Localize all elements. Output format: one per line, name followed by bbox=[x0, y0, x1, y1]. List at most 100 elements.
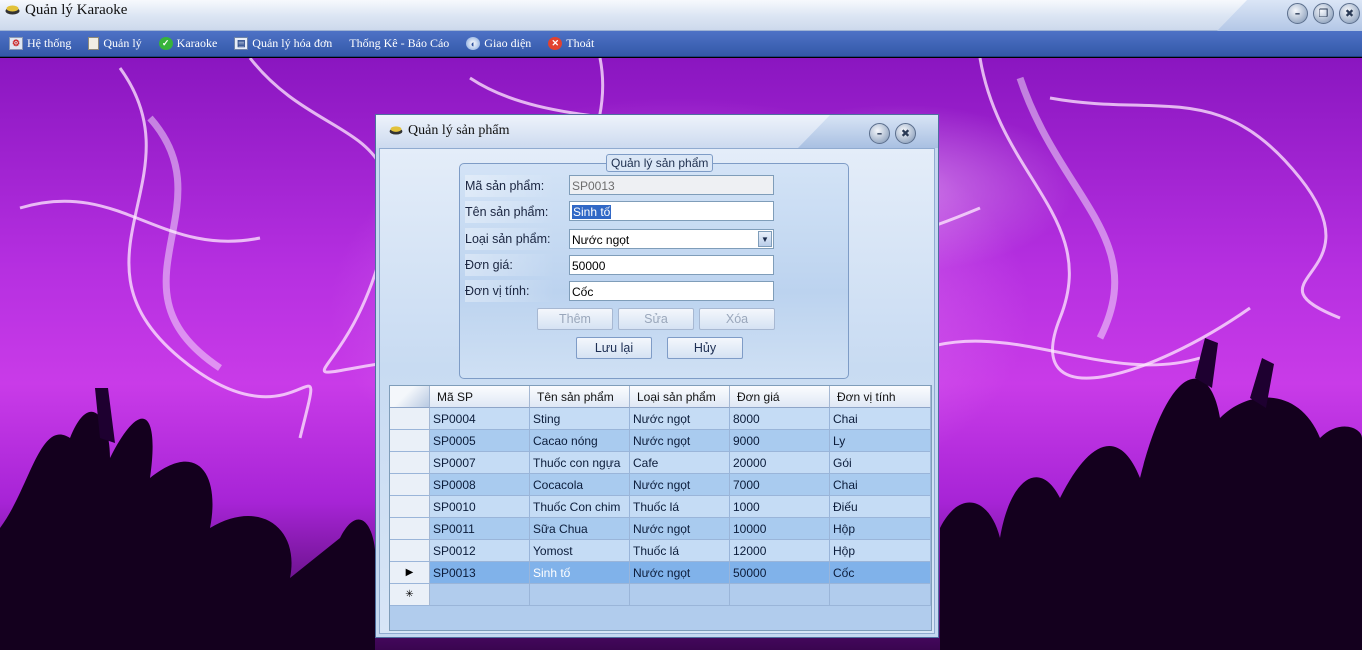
dialog-close-button[interactable]: ✖ bbox=[895, 123, 916, 144]
price-field[interactable]: 50000 bbox=[569, 255, 774, 275]
dialog-minimize-button[interactable]: – bbox=[869, 123, 890, 144]
delete-button[interactable]: Xóa bbox=[699, 308, 775, 330]
table-cell[interactable]: Chai bbox=[830, 474, 931, 496]
table-cell[interactable]: Thuốc Con chim bbox=[530, 496, 630, 518]
product-name-field[interactable]: Sinh tố bbox=[569, 201, 774, 221]
table-row[interactable]: SP0010 Thuốc Con chim Thuốc lá 1000 Điếu bbox=[390, 496, 931, 518]
table-row[interactable]: SP0011 Sữa Chua Nước ngọt 10000 Hộp bbox=[390, 518, 931, 540]
table-cell[interactable]: Thuốc lá bbox=[630, 540, 730, 562]
table-cell[interactable]: Gói bbox=[830, 452, 931, 474]
unit-field[interactable]: Cốc bbox=[569, 281, 774, 301]
new-row-icon[interactable]: ✳ bbox=[390, 584, 430, 606]
product-type-select[interactable]: Nước ngọt ▼ bbox=[569, 229, 774, 249]
table-cell[interactable]: Điếu bbox=[830, 496, 931, 518]
menu-giao-dien[interactable]: ◐ Giao diện bbox=[466, 36, 531, 51]
table-cell[interactable]: Cacao nóng bbox=[530, 430, 630, 452]
column-header[interactable]: Mã SP bbox=[430, 386, 530, 408]
menu-karaoke[interactable]: ✓ Karaoke bbox=[158, 36, 217, 51]
column-header[interactable]: Loại sản phẩm bbox=[630, 386, 730, 408]
table-row-selected[interactable]: ▶ SP0013 Sinh tố Nước ngọt 50000 Cốc bbox=[390, 562, 931, 584]
table-cell[interactable]: Nước ngọt bbox=[630, 518, 730, 540]
table-cell[interactable]: Thuốc lá bbox=[630, 496, 730, 518]
menu-label: Quản lý bbox=[103, 36, 142, 50]
table-row[interactable]: SP0008 Cocacola Nước ngọt 7000 Chai bbox=[390, 474, 931, 496]
table-cell[interactable]: 7000 bbox=[730, 474, 830, 496]
row-header[interactable] bbox=[390, 474, 430, 496]
table-cell[interactable]: SP0005 bbox=[430, 430, 530, 452]
new-row[interactable]: ✳ bbox=[390, 584, 931, 606]
menu-thoat[interactable]: ✕ Thoát bbox=[548, 36, 594, 51]
save-button[interactable]: Lưu lại bbox=[576, 337, 652, 359]
menu-he-thong[interactable]: ⚙ Hệ thống bbox=[9, 36, 71, 51]
table-row[interactable]: SP0005 Cacao nóng Nước ngọt 9000 Ly bbox=[390, 430, 931, 452]
table-cell[interactable]: 50000 bbox=[730, 562, 830, 584]
table-cell[interactable]: Hộp bbox=[830, 540, 931, 562]
current-row-icon[interactable]: ▶ bbox=[390, 562, 430, 584]
table-cell[interactable]: Nước ngọt bbox=[630, 408, 730, 430]
row-header[interactable] bbox=[390, 430, 430, 452]
table-cell[interactable]: SP0004 bbox=[430, 408, 530, 430]
restore-button[interactable]: ❐ bbox=[1313, 3, 1334, 24]
row-header[interactable] bbox=[390, 452, 430, 474]
table-cell[interactable]: Thuốc con ngựa bbox=[530, 452, 630, 474]
table-cell[interactable] bbox=[630, 584, 730, 606]
table-cell[interactable]: Hộp bbox=[830, 518, 931, 540]
product-name-label: Tên sản phẩm: bbox=[465, 201, 555, 223]
table-cell[interactable] bbox=[830, 584, 931, 606]
table-row[interactable]: SP0004 Sting Nước ngọt 8000 Chai bbox=[390, 408, 931, 430]
table-cell[interactable]: Cocacola bbox=[530, 474, 630, 496]
table-cell[interactable]: SP0007 bbox=[430, 452, 530, 474]
row-header[interactable] bbox=[390, 408, 430, 430]
minimize-button[interactable]: – bbox=[1287, 3, 1308, 24]
column-header[interactable]: Đơn giá bbox=[730, 386, 830, 408]
row-header[interactable] bbox=[390, 540, 430, 562]
table-cell[interactable] bbox=[730, 584, 830, 606]
table-cell[interactable]: SP0008 bbox=[430, 474, 530, 496]
add-button[interactable]: Thêm bbox=[537, 308, 613, 330]
table-cell[interactable]: SP0011 bbox=[430, 518, 530, 540]
row-header[interactable] bbox=[390, 518, 430, 540]
product-code-field[interactable]: SP0013 bbox=[569, 175, 774, 195]
table-cell[interactable]: Sinh tố bbox=[530, 562, 630, 584]
table-cell[interactable]: Cafe bbox=[630, 452, 730, 474]
row-header[interactable] bbox=[390, 496, 430, 518]
table-cell[interactable] bbox=[530, 584, 630, 606]
table-cell[interactable]: 12000 bbox=[730, 540, 830, 562]
select-all-corner[interactable] bbox=[390, 386, 430, 408]
app-title: Quản lý Karaoke bbox=[25, 2, 128, 18]
product-grid[interactable]: Mã SP Tên sản phẩm Loại sản phẩm Đơn giá… bbox=[389, 385, 932, 631]
table-cell[interactable]: Yomost bbox=[530, 540, 630, 562]
edit-button[interactable]: Sửa bbox=[618, 308, 694, 330]
close-button[interactable]: ✖ bbox=[1339, 3, 1360, 24]
table-row[interactable]: SP0012 Yomost Thuốc lá 12000 Hộp bbox=[390, 540, 931, 562]
column-header[interactable]: Tên sản phẩm bbox=[530, 386, 630, 408]
chevron-down-icon[interactable]: ▼ bbox=[758, 231, 772, 247]
product-dialog: Quản lý sản phẩm – ✖ Quản lý sản phẩm Mã… bbox=[375, 114, 939, 638]
table-cell[interactable]: Cốc bbox=[830, 562, 931, 584]
menu-quan-ly-hoa-don[interactable]: ▤ Quản lý hóa đơn bbox=[234, 36, 332, 51]
table-cell[interactable]: 9000 bbox=[730, 430, 830, 452]
table-cell[interactable]: Ly bbox=[830, 430, 931, 452]
table-cell[interactable]: 8000 bbox=[730, 408, 830, 430]
cancel-button[interactable]: Hủy bbox=[667, 337, 743, 359]
menu-label: Hệ thống bbox=[27, 36, 72, 50]
table-row[interactable]: SP0007 Thuốc con ngựa Cafe 20000 Gói bbox=[390, 452, 931, 474]
menu-quan-ly[interactable]: Quản lý bbox=[88, 36, 142, 51]
caption-decoration bbox=[798, 115, 938, 148]
table-cell[interactable]: 1000 bbox=[730, 496, 830, 518]
table-cell[interactable]: SP0012 bbox=[430, 540, 530, 562]
table-cell[interactable]: 20000 bbox=[730, 452, 830, 474]
table-cell[interactable]: Chai bbox=[830, 408, 931, 430]
table-cell[interactable] bbox=[430, 584, 530, 606]
table-cell[interactable]: Nước ngọt bbox=[630, 430, 730, 452]
table-cell[interactable]: Sting bbox=[530, 408, 630, 430]
column-header[interactable]: Đơn vị tính bbox=[830, 386, 931, 408]
table-cell[interactable]: SP0010 bbox=[430, 496, 530, 518]
menu-label: Quản lý hóa đơn bbox=[252, 36, 333, 50]
table-cell[interactable]: 10000 bbox=[730, 518, 830, 540]
menu-thong-ke-bao-cao[interactable]: Thống Kê - Báo Cáo bbox=[349, 36, 449, 51]
table-cell[interactable]: Sữa Chua bbox=[530, 518, 630, 540]
table-cell[interactable]: Nước ngọt bbox=[630, 474, 730, 496]
table-cell[interactable]: Nước ngọt bbox=[630, 562, 730, 584]
table-cell[interactable]: SP0013 bbox=[430, 562, 530, 584]
